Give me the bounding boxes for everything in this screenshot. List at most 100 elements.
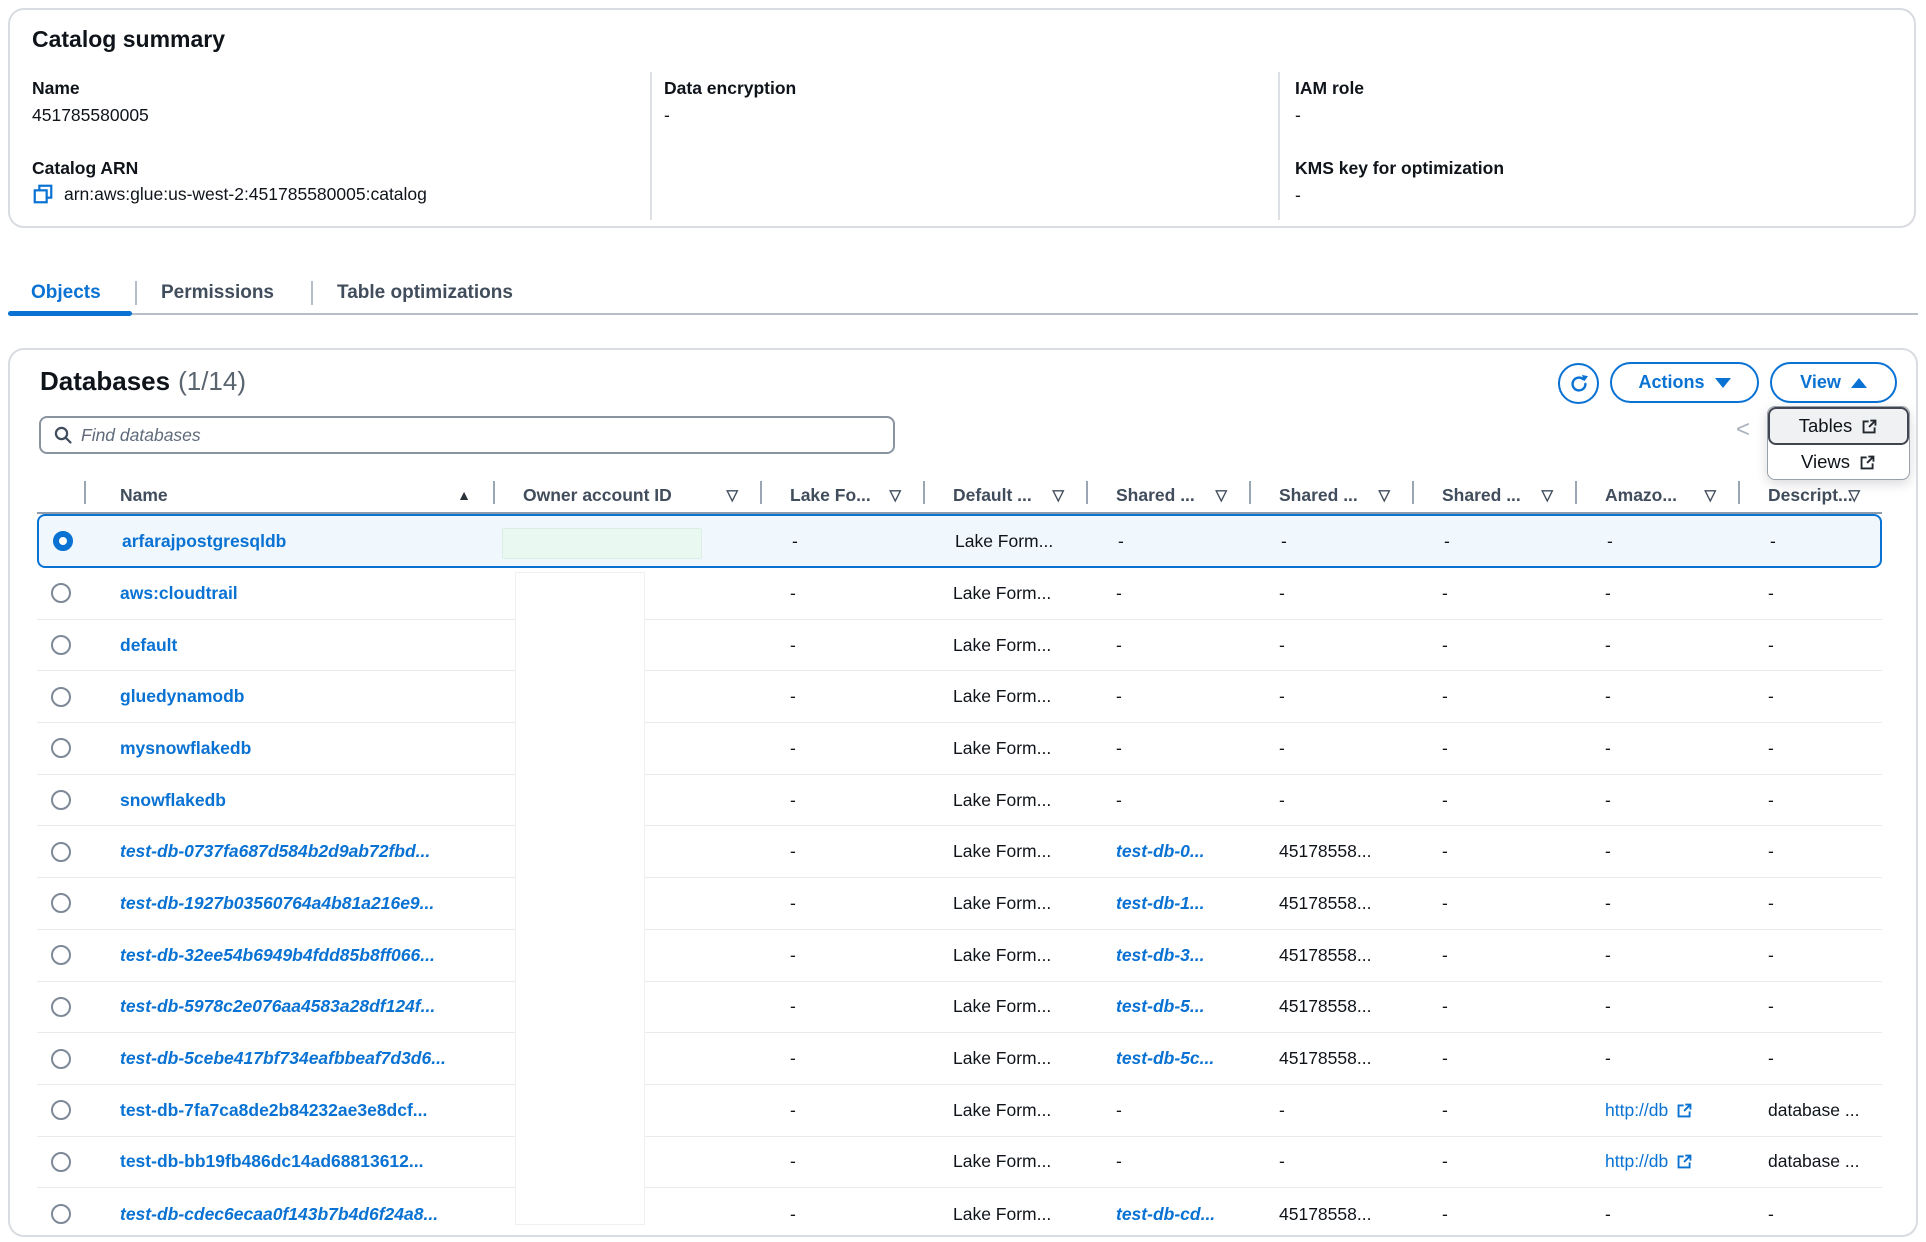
amazon-link[interactable]: http://db [1605, 1151, 1668, 1172]
name-cell: aws:cloudtrail [84, 583, 493, 604]
shared1-link[interactable]: test-db-1... [1116, 893, 1204, 914]
database-name-link[interactable]: default [120, 635, 177, 656]
table-row[interactable]: aws:cloudtrail--Lake Form...----- [37, 568, 1882, 620]
table-row[interactable]: arfarajpostgresqldb-Lake Form...----- [37, 514, 1882, 568]
actions-button[interactable]: Actions [1610, 362, 1759, 403]
database-name-link[interactable]: test-db-5978c2e076aa4583a28df124f... [120, 996, 435, 1017]
column-header-owner-account-id[interactable]: Owner account ID▽ [493, 478, 760, 512]
description-cell: - [1738, 635, 1882, 656]
database-name-link[interactable]: gluedynamodb [120, 686, 244, 707]
amazon-cell: http://db [1575, 1151, 1738, 1172]
table-row[interactable]: test-db-32ee54b6949b4fdd85b8ff066...--La… [37, 930, 1882, 982]
table-row[interactable]: mysnowflakedb--Lake Form...----- [37, 723, 1882, 775]
shared1-cell: test-db-cd... [1086, 1204, 1249, 1225]
table-row[interactable]: test-db-1927b03560764a4b81a216e9...--Lak… [37, 878, 1882, 930]
table-row[interactable]: test-db-bb19fb486dc14ad68813612...--Lake… [37, 1137, 1882, 1189]
amazon-cell: - [1575, 686, 1738, 707]
column-header-shared-[interactable]: Shared ... ▽ [1412, 478, 1575, 512]
row-radio[interactable] [51, 635, 71, 655]
row-radio[interactable] [51, 842, 71, 862]
name-cell: snowflakedb [84, 790, 493, 811]
row-radio[interactable] [51, 893, 71, 913]
view-button[interactable]: View [1770, 362, 1897, 403]
sort-icon[interactable]: ▽ [1052, 486, 1064, 504]
column-header-name[interactable]: Name▲ [84, 478, 493, 512]
default-perms-cell: Lake Form... [923, 635, 1086, 656]
database-name-link[interactable]: mysnowflakedb [120, 738, 251, 759]
database-name-link[interactable]: test-db-0737fa687d584b2d9ab72fbd... [120, 841, 430, 862]
description-cell: - [1738, 841, 1882, 862]
row-radio[interactable] [51, 997, 71, 1017]
shared2-cell: - [1249, 583, 1412, 604]
tab-permissions[interactable]: Permissions [161, 282, 274, 304]
database-name-link[interactable]: aws:cloudtrail [120, 583, 238, 604]
default-perms-cell: Lake Form... [923, 996, 1086, 1017]
shared1-cell: - [1086, 686, 1249, 707]
shared1-link[interactable]: test-db-3... [1116, 945, 1204, 966]
amazon-link[interactable]: http://db [1605, 1100, 1668, 1121]
table-row[interactable]: test-db-0737fa687d584b2d9ab72fbd...--Lak… [37, 826, 1882, 878]
sort-icon[interactable]: ▽ [726, 486, 738, 504]
caret-up-icon [1851, 378, 1867, 388]
sort-icon[interactable]: ▽ [1848, 486, 1860, 504]
lake-cell: - [760, 1204, 923, 1225]
database-name-link[interactable]: test-db-7fa7ca8de2b84232ae3e8dcf... [120, 1100, 427, 1121]
row-radio[interactable] [51, 1204, 71, 1224]
row-radio[interactable] [51, 583, 71, 603]
column-header-shared-[interactable]: Shared ...▽ [1086, 478, 1249, 512]
shared1-link[interactable]: test-db-0... [1116, 841, 1204, 862]
row-radio[interactable] [51, 1152, 71, 1172]
column-header-default-[interactable]: Default ...▽ [923, 478, 1086, 512]
table-row[interactable]: test-db-cdec6ecaa0f143b7b4d6f24a8...--La… [37, 1188, 1882, 1237]
shared1-cell: test-db-5c... [1086, 1048, 1249, 1069]
column-header-shared-[interactable]: Shared ...▽ [1249, 478, 1412, 512]
database-name-link[interactable]: test-db-5cebe417bf734eafbbeaf7d3d6... [120, 1048, 446, 1069]
table-row[interactable]: gluedynamodb--Lake Form...----- [37, 671, 1882, 723]
shared1-link[interactable]: test-db-5... [1116, 996, 1204, 1017]
database-name-link[interactable]: snowflakedb [120, 790, 226, 811]
table-row[interactable]: default--Lake Form...----- [37, 620, 1882, 672]
row-radio[interactable] [51, 1049, 71, 1069]
row-radio[interactable] [51, 945, 71, 965]
database-name-link[interactable]: test-db-32ee54b6949b4fdd85b8ff066... [120, 945, 435, 966]
table-row[interactable]: test-db-5cebe417bf734eafbbeaf7d3d6...--L… [37, 1033, 1882, 1085]
shared1-link[interactable]: test-db-5c... [1116, 1048, 1214, 1069]
table-row[interactable]: snowflakedb--Lake Form...----- [37, 775, 1882, 827]
name-cell: test-db-0737fa687d584b2d9ab72fbd... [84, 841, 493, 862]
sort-icon[interactable]: ▽ [1541, 486, 1553, 504]
tab-objects[interactable]: Objects [31, 282, 101, 304]
column-header-descript-[interactable]: Descript...▽ [1738, 478, 1882, 512]
sort-icon[interactable]: ▽ [1704, 486, 1716, 504]
row-radio[interactable] [51, 1100, 71, 1120]
database-name-link[interactable]: test-db-1927b03560764a4b81a216e9... [120, 893, 434, 914]
column-header-lake-fo-[interactable]: Lake Fo...▽ [760, 478, 923, 512]
row-radio[interactable] [51, 687, 71, 707]
database-name-link[interactable]: test-db-bb19fb486dc14ad68813612... [120, 1151, 423, 1172]
shared2-cell: - [1249, 635, 1412, 656]
database-name-link[interactable]: arfarajpostgresqldb [122, 531, 286, 552]
pagination-previous[interactable]: < [1736, 416, 1750, 444]
view-menu-item-views[interactable]: Views [1768, 445, 1909, 479]
row-radio[interactable] [53, 531, 73, 551]
sort-icon[interactable]: ▽ [1378, 486, 1390, 504]
shared1-link[interactable]: test-db-cd... [1116, 1204, 1215, 1225]
active-tab-indicator [8, 311, 132, 316]
column-header-label: Shared ... [1442, 485, 1521, 506]
view-menu-item-tables[interactable]: Tables [1768, 407, 1909, 445]
sort-icon[interactable]: ▽ [889, 486, 901, 504]
amazon-cell: - [1575, 635, 1738, 656]
sort-ascending-icon[interactable]: ▲ [457, 487, 471, 503]
find-databases-search[interactable] [39, 416, 895, 454]
column-header-amazo-[interactable]: Amazo...▽ [1575, 478, 1738, 512]
table-row[interactable]: test-db-5978c2e076aa4583a28df124f...--La… [37, 982, 1882, 1034]
refresh-button[interactable] [1558, 363, 1599, 404]
copy-icon[interactable] [32, 183, 54, 205]
sort-icon[interactable]: ▽ [1215, 486, 1227, 504]
search-input[interactable] [81, 425, 881, 446]
database-name-link[interactable]: test-db-cdec6ecaa0f143b7b4d6f24a8... [120, 1204, 438, 1225]
name-cell: test-db-1927b03560764a4b81a216e9... [84, 893, 493, 914]
row-radio[interactable] [51, 790, 71, 810]
row-radio[interactable] [51, 738, 71, 758]
table-row[interactable]: test-db-7fa7ca8de2b84232ae3e8dcf...--Lak… [37, 1085, 1882, 1137]
tab-table-optimizations[interactable]: Table optimizations [337, 282, 513, 304]
